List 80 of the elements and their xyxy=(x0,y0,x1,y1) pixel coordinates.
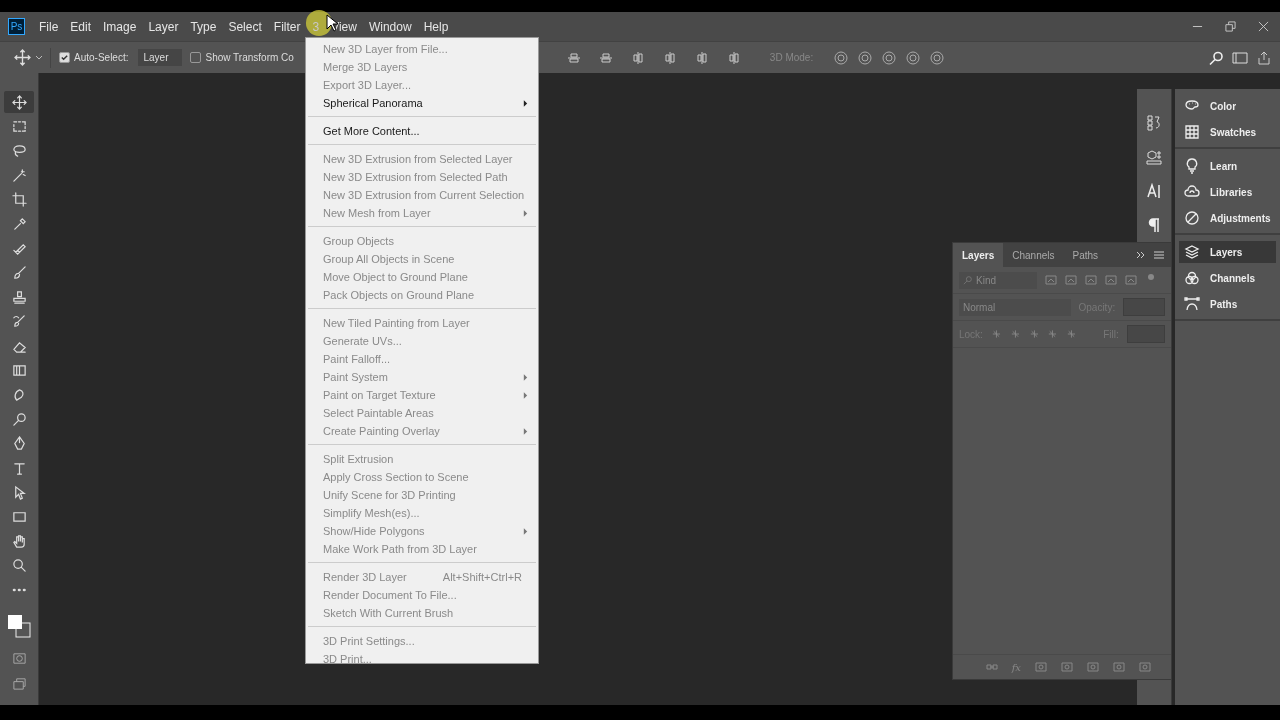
menu-item[interactable]: Help xyxy=(417,13,455,40)
restore-icon[interactable] xyxy=(1225,21,1236,32)
grid-icon xyxy=(1184,124,1200,140)
3d-tool-icon[interactable] xyxy=(881,49,898,66)
menu-item[interactable]: Window xyxy=(362,13,418,40)
menu-item[interactable]: Filter xyxy=(267,13,307,40)
panel-tab[interactable]: Paths xyxy=(1179,293,1276,315)
collapse-arrows-icon[interactable] xyxy=(1135,249,1147,261)
menu-item[interactable]: Type xyxy=(184,13,223,40)
brush-icon xyxy=(11,265,27,281)
filter-dropdown[interactable]: Kind xyxy=(959,271,1037,289)
menu-icon[interactable] xyxy=(1153,249,1165,261)
bulb-icon xyxy=(1184,158,1200,174)
cube-properties-icon[interactable] xyxy=(1146,149,1162,165)
bandage-icon xyxy=(11,241,27,257)
auto-select-label: Auto-Select: xyxy=(74,52,129,63)
filter-icon[interactable] xyxy=(1085,274,1097,286)
menu-item[interactable]: File xyxy=(33,13,65,40)
panel-tab[interactable]: Color xyxy=(1179,95,1276,117)
move-icon xyxy=(11,94,27,110)
move-icon[interactable] xyxy=(14,49,31,66)
workspace-icon[interactable] xyxy=(1232,49,1248,66)
character-icon[interactable] xyxy=(1146,183,1162,199)
menu-item[interactable]: Image xyxy=(97,13,143,40)
lasso-icon xyxy=(11,143,27,159)
paragraph-icon[interactable] xyxy=(1146,217,1162,233)
panel-tab[interactable]: Adjustments xyxy=(1179,207,1276,229)
history-brush-icon xyxy=(11,314,27,330)
hand-icon xyxy=(11,533,27,549)
filter-icon[interactable] xyxy=(1125,274,1137,286)
panel-tab[interactable]: Paths xyxy=(1063,243,1108,267)
blend-mode-dropdown[interactable]: Normal xyxy=(959,298,1071,316)
menu-item[interactable]: Get More Content... xyxy=(306,122,538,140)
pen-path-icon xyxy=(1184,296,1200,312)
filter-icon[interactable] xyxy=(1065,274,1077,286)
tool-button[interactable] xyxy=(4,91,34,114)
cloud-icon xyxy=(1184,184,1200,200)
caret-icon[interactable] xyxy=(35,53,43,62)
filter-icon[interactable] xyxy=(1045,274,1057,286)
crop-icon xyxy=(11,192,27,208)
show-transform-label: Show Transform Co xyxy=(205,52,294,63)
app-logo[interactable]: Ps xyxy=(8,18,25,35)
panel-tab[interactable]: Channels xyxy=(1179,267,1276,289)
share-icon[interactable] xyxy=(1256,49,1272,66)
marquee-icon xyxy=(11,119,27,135)
rectangle-icon xyxy=(11,509,27,525)
menu-item[interactable]: Spherical Panorama xyxy=(306,94,538,112)
layers-icon xyxy=(1184,244,1200,260)
3d-tool-icon[interactable] xyxy=(833,49,850,66)
panel-tab[interactable]: Layers xyxy=(1179,241,1276,263)
filter-icon[interactable] xyxy=(1105,274,1117,286)
panel-tab[interactable]: Layers xyxy=(953,243,1004,267)
3d-tool-icon[interactable] xyxy=(905,49,922,66)
type-icon xyxy=(11,460,27,476)
gradient-icon xyxy=(11,363,27,378)
panel-tab[interactable]: Libraries xyxy=(1179,181,1276,203)
dodge-icon xyxy=(11,411,27,427)
checkbox[interactable] xyxy=(190,52,202,63)
menu-item[interactable]: Select xyxy=(222,13,268,40)
channels-icon xyxy=(1184,270,1200,286)
screen-mode-icon[interactable] xyxy=(11,676,27,692)
menu-item[interactable]: Edit xyxy=(64,13,98,40)
more-icon xyxy=(12,588,26,592)
3d-tool-icon[interactable] xyxy=(857,49,874,66)
close-icon[interactable] xyxy=(1258,21,1269,32)
3d-tool-icon[interactable] xyxy=(929,49,946,66)
search-icon[interactable] xyxy=(1208,49,1224,66)
layer-dropdown[interactable]: Layer xyxy=(138,49,183,66)
zoom-icon xyxy=(11,558,27,574)
eyedropper-icon xyxy=(11,216,27,232)
panel-tab[interactable]: Learn xyxy=(1179,155,1276,177)
pen-icon xyxy=(11,436,27,452)
panel-tab[interactable]: Swatches xyxy=(1179,121,1276,143)
checkbox[interactable] xyxy=(59,52,70,63)
menu-item[interactable]: Layer xyxy=(142,13,185,40)
magic-wand-icon xyxy=(11,167,27,183)
search-icon xyxy=(963,275,973,285)
stamp-icon xyxy=(11,289,27,305)
panel-tab[interactable]: Channels xyxy=(1003,243,1064,267)
quick-mask-icon[interactable] xyxy=(11,651,27,667)
